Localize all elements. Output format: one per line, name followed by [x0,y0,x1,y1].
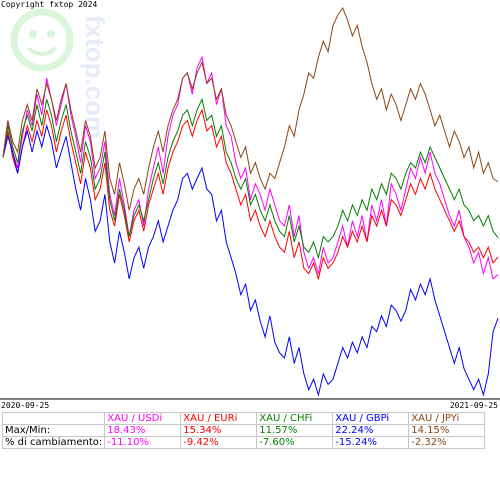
chart-page: Copyright fxtop 2024 fxtop.com 2020-09-2… [0,0,500,500]
stats-table: XAU / USDi XAU / EURi XAU / CHFi XAU / G… [1,412,486,449]
stats-maxmin-eur: 15.34% [180,424,258,437]
stats-header-usd: XAU / USDi [104,412,182,425]
stats-change-gbp: -15.24% [332,436,410,449]
watermark-text: fxtop.com [80,15,110,139]
stats-maxmin-usd: 18.43% [104,424,182,437]
stats-header-gbp: XAU / GBPi [332,412,410,425]
stats-corner-cell [1,412,106,425]
stats-maxmin-gbp: 22.24% [332,424,410,437]
series-line-xaujpyi [2,6,499,211]
series-layer [2,6,499,397]
series-line-xauchfi [2,97,499,260]
line-chart: fxtop.com [0,6,500,400]
stats-maxmin-chf: 11.57% [256,424,334,437]
stats-change-usd: -11.10% [104,436,182,449]
stats-header-jpy: XAU / JPYi [408,412,486,425]
series-line-xaugbpi [2,123,499,397]
stats-change-row: % di cambiamento: -11.10% -9.42% -7.60% … [1,436,486,449]
stats-change-chf: -7.60% [256,436,334,449]
x-tick-end: 2021-09-25 [449,401,498,410]
stats-change-label: % di cambiamento: [1,436,106,449]
stats-maxmin-jpy: 14.15% [408,424,486,437]
stats-header-row: XAU / USDi XAU / EURi XAU / CHFi XAU / G… [1,412,486,425]
stats-header-chf: XAU / CHFi [256,412,334,425]
stats-change-jpy: -2.32% [408,436,486,449]
stats-maxmin-label: Max/Min: [1,424,106,437]
x-tick-start: 2020-09-25 [1,401,50,410]
stats-change-eur: -9.42% [180,436,258,449]
stats-header-eur: XAU / EURi [180,412,258,425]
stats-maxmin-row: Max/Min: 18.43% 15.34% 11.57% 22.24% 14.… [1,424,486,437]
